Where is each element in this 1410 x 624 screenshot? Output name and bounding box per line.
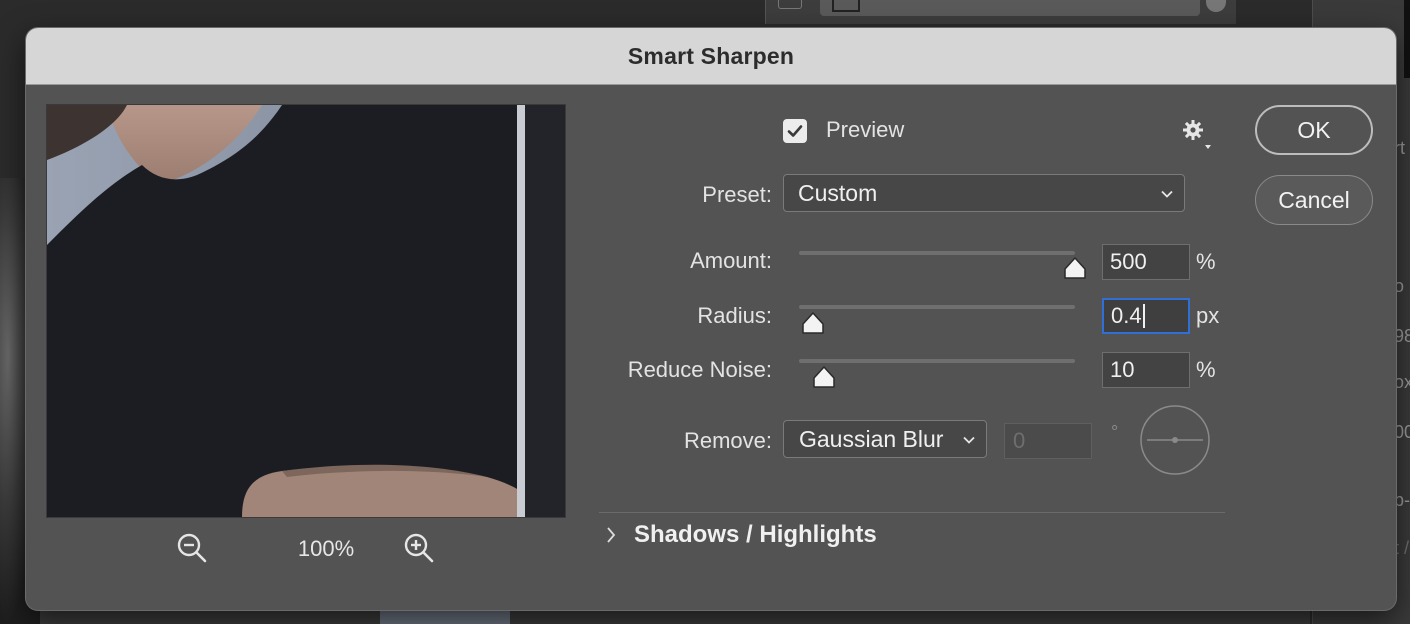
zoom-in-icon[interactable] [403, 532, 435, 564]
ok-button[interactable]: OK [1255, 105, 1373, 155]
angle-value: 0 [1013, 428, 1026, 453]
preview-image[interactable] [46, 104, 566, 518]
background-panel-text: p- [1394, 490, 1410, 510]
radius-slider-thumb[interactable] [801, 311, 825, 335]
radius-input[interactable]: 0.4 [1102, 298, 1190, 334]
background-panel-text: 98 [1394, 326, 1410, 346]
background-canvas-strip [40, 608, 1310, 624]
smart-sharpen-dialog: Smart Sharpen 100% Preview Preset: Custo… [26, 28, 1396, 610]
reduce-noise-label: Reduce Noise: [627, 357, 772, 382]
remove-dropdown[interactable]: Gaussian Blur [783, 420, 987, 458]
radius-value: 0.4 [1111, 303, 1142, 328]
section-divider [599, 512, 1225, 513]
reduce-noise-slider-thumb[interactable] [812, 365, 836, 389]
angle-unit: ° [1111, 422, 1119, 442]
remove-value: Gaussian Blur [799, 425, 944, 452]
amount-slider-thumb[interactable] [1063, 256, 1087, 280]
gear-icon[interactable] [1181, 118, 1215, 152]
radius-slider-track[interactable] [799, 305, 1075, 309]
reduce-noise-value: 10 [1110, 357, 1135, 382]
radius-unit: px [1196, 303, 1220, 328]
cancel-button[interactable]: Cancel [1255, 175, 1373, 225]
shadows-highlights-label: Shadows / Highlights [634, 521, 877, 548]
background-layer-row [820, 0, 1200, 16]
checkmark-icon [787, 125, 803, 137]
preview-label[interactable]: Preview [826, 117, 904, 143]
background-layer-visibility-box [778, 0, 802, 9]
zoom-out-icon[interactable] [176, 532, 208, 564]
preview-checkbox[interactable] [783, 119, 807, 143]
background-layer-icon [832, 0, 860, 12]
background-panel-text: ox [1394, 372, 1410, 392]
background-panel-text: 00 [1394, 422, 1410, 442]
amount-slider-track[interactable] [799, 251, 1075, 255]
chevron-right-icon [607, 527, 616, 543]
background-canvas-light-area [380, 610, 510, 624]
preview-photo [47, 105, 565, 517]
zoom-level-label: 100% [297, 536, 355, 561]
dialog-title: Smart Sharpen [627, 42, 795, 69]
reduce-noise-unit: % [1196, 357, 1216, 382]
amount-value: 500 [1110, 249, 1147, 274]
chevron-down-icon [963, 436, 975, 444]
zoom-controls: 100% [46, 528, 564, 572]
remove-label: Remove: [683, 428, 772, 453]
angle-dial [1139, 404, 1211, 476]
preset-dropdown[interactable]: Custom [783, 174, 1185, 212]
amount-input[interactable]: 500 [1102, 244, 1190, 280]
preset-value: Custom [798, 179, 878, 206]
radius-label: Radius: [697, 303, 772, 328]
text-caret [1142, 304, 1145, 328]
background-thumbnail [1404, 0, 1410, 78]
background-panel-text: t / [1394, 538, 1410, 558]
angle-input: 0 [1004, 423, 1092, 459]
chevron-down-icon [1161, 190, 1173, 198]
reduce-noise-input[interactable]: 10 [1102, 352, 1190, 388]
amount-unit: % [1196, 249, 1216, 274]
shadows-highlights-toggle[interactable]: Shadows / Highlights [604, 518, 877, 552]
amount-label: Amount: [690, 248, 772, 273]
preset-label: Preset: [702, 182, 772, 207]
dialog-titlebar[interactable]: Smart Sharpen [26, 28, 1396, 85]
reduce-noise-slider-track[interactable] [799, 359, 1075, 363]
